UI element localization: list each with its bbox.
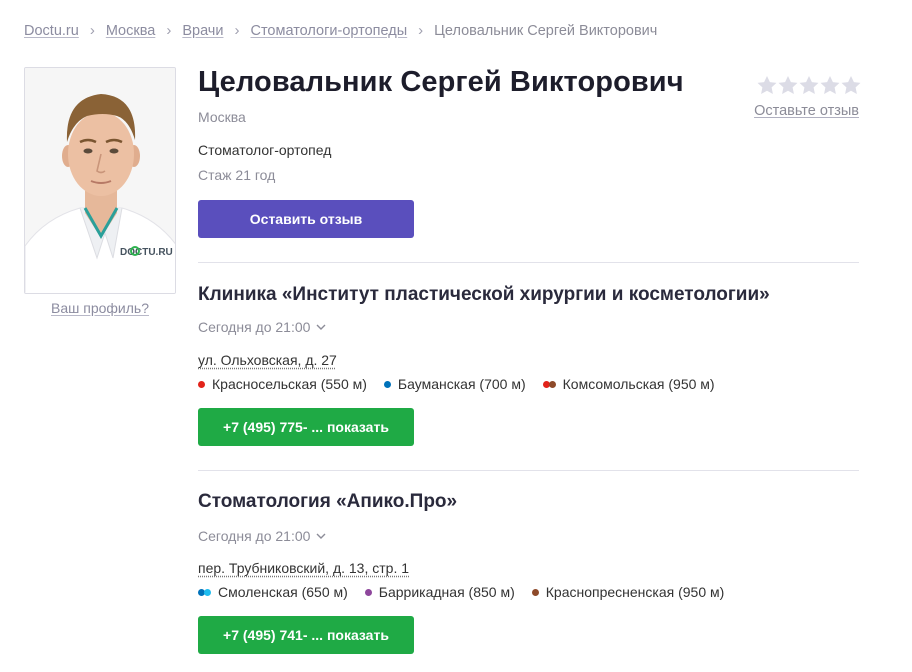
metro-list: Красносельская (550 м) Бауманская (700 м… [198,376,732,392]
metro-station: Смоленская (650 м) [198,584,348,600]
clinic-hours-text: Сегодня до 21:00 [198,528,311,544]
breadcrumb-separator-icon: › [89,22,95,39]
metro-line-icon [531,588,539,596]
star-icon[interactable] [841,76,861,95]
chevron-down-icon [316,324,326,330]
metro-station-name: Баррикадная (850 м) [378,584,515,600]
metro-station: Баррикадная (850 м) [364,584,515,600]
leave-review-button[interactable]: Оставить отзыв [198,200,414,238]
metro-station: Краснопресненская (950 м) [531,584,725,600]
star-icon[interactable] [778,76,798,95]
breadcrumb-current: Целовальник Сергей Викторович [434,22,658,39]
breadcrumb-link-specialty[interactable]: Стоматологи-ортопеды [250,23,407,39]
clinic-address[interactable]: ул. Ольховская, д. 27 [198,352,337,368]
doctor-city: Москва [198,109,246,125]
section-divider [198,262,859,263]
leave-review-link[interactable]: Оставьте отзыв [754,103,859,119]
show-phone-button[interactable]: +7 (495) 741- ... показать [198,616,414,654]
clinic-name[interactable]: Стоматология «Апико.Про» [198,491,457,513]
metro-line-icon [383,380,391,388]
doctor-photo: DOCTU.RU [24,67,176,294]
doctor-experience: Стаж 21 год [198,167,276,183]
metro-station: Бауманская (700 м) [383,376,526,392]
rating-stars[interactable] [757,76,861,95]
metro-station: Красносельская (550 м) [198,376,367,392]
breadcrumb-link-home[interactable]: Doctu.ru [24,23,79,39]
clinic-hours[interactable]: Сегодня до 21:00 [198,528,326,544]
show-phone-button[interactable]: +7 (495) 775- ... показать [198,408,414,446]
star-icon[interactable] [799,76,819,95]
clinic-hours-text: Сегодня до 21:00 [198,319,311,335]
breadcrumb: Doctu.ru › Москва › Врачи › Стоматологи-… [24,22,657,39]
doctor-portrait-image: DOCTU.RU [25,68,175,293]
star-icon[interactable] [820,76,840,95]
metro-station-name: Комсомольская (950 м) [562,376,715,392]
doctor-specialty: Стоматолог-ортопед [198,142,332,158]
breadcrumb-separator-icon: › [418,22,424,39]
doctu-watermark: DOCTU.RU [117,244,173,258]
metro-station-name: Бауманская (700 м) [397,376,526,392]
doctor-name: Целовальник Сергей Викторович [198,66,684,98]
breadcrumb-separator-icon: › [234,22,240,39]
section-divider [198,470,859,471]
star-icon[interactable] [757,76,777,95]
metro-station: Комсомольская (950 м) [542,376,715,392]
metro-list: Смоленская (650 м) Баррикадная (850 м) К… [198,584,741,600]
svg-text:DOCTU.RU: DOCTU.RU [120,247,173,258]
clinic-name[interactable]: Клиника «Институт пластической хирургии … [198,284,770,306]
chevron-down-icon [316,533,326,539]
metro-line-icon [364,588,372,596]
metro-line-icon [198,588,211,596]
metro-station-name: Смоленская (650 м) [218,584,348,600]
metro-station-name: Краснопресненская (950 м) [545,584,725,600]
your-profile-link[interactable]: Ваш профиль? [24,300,176,316]
breadcrumb-separator-icon: › [166,22,172,39]
clinic-address[interactable]: пер. Трубниковский, д. 13, стр. 1 [198,560,409,576]
metro-line-icon [542,380,556,388]
metro-line-icon [198,380,205,388]
breadcrumb-link-doctors[interactable]: Врачи [182,23,223,39]
breadcrumb-link-city[interactable]: Москва [106,23,156,39]
clinic-hours[interactable]: Сегодня до 21:00 [198,319,326,335]
metro-station-name: Красносельская (550 м) [212,376,367,392]
